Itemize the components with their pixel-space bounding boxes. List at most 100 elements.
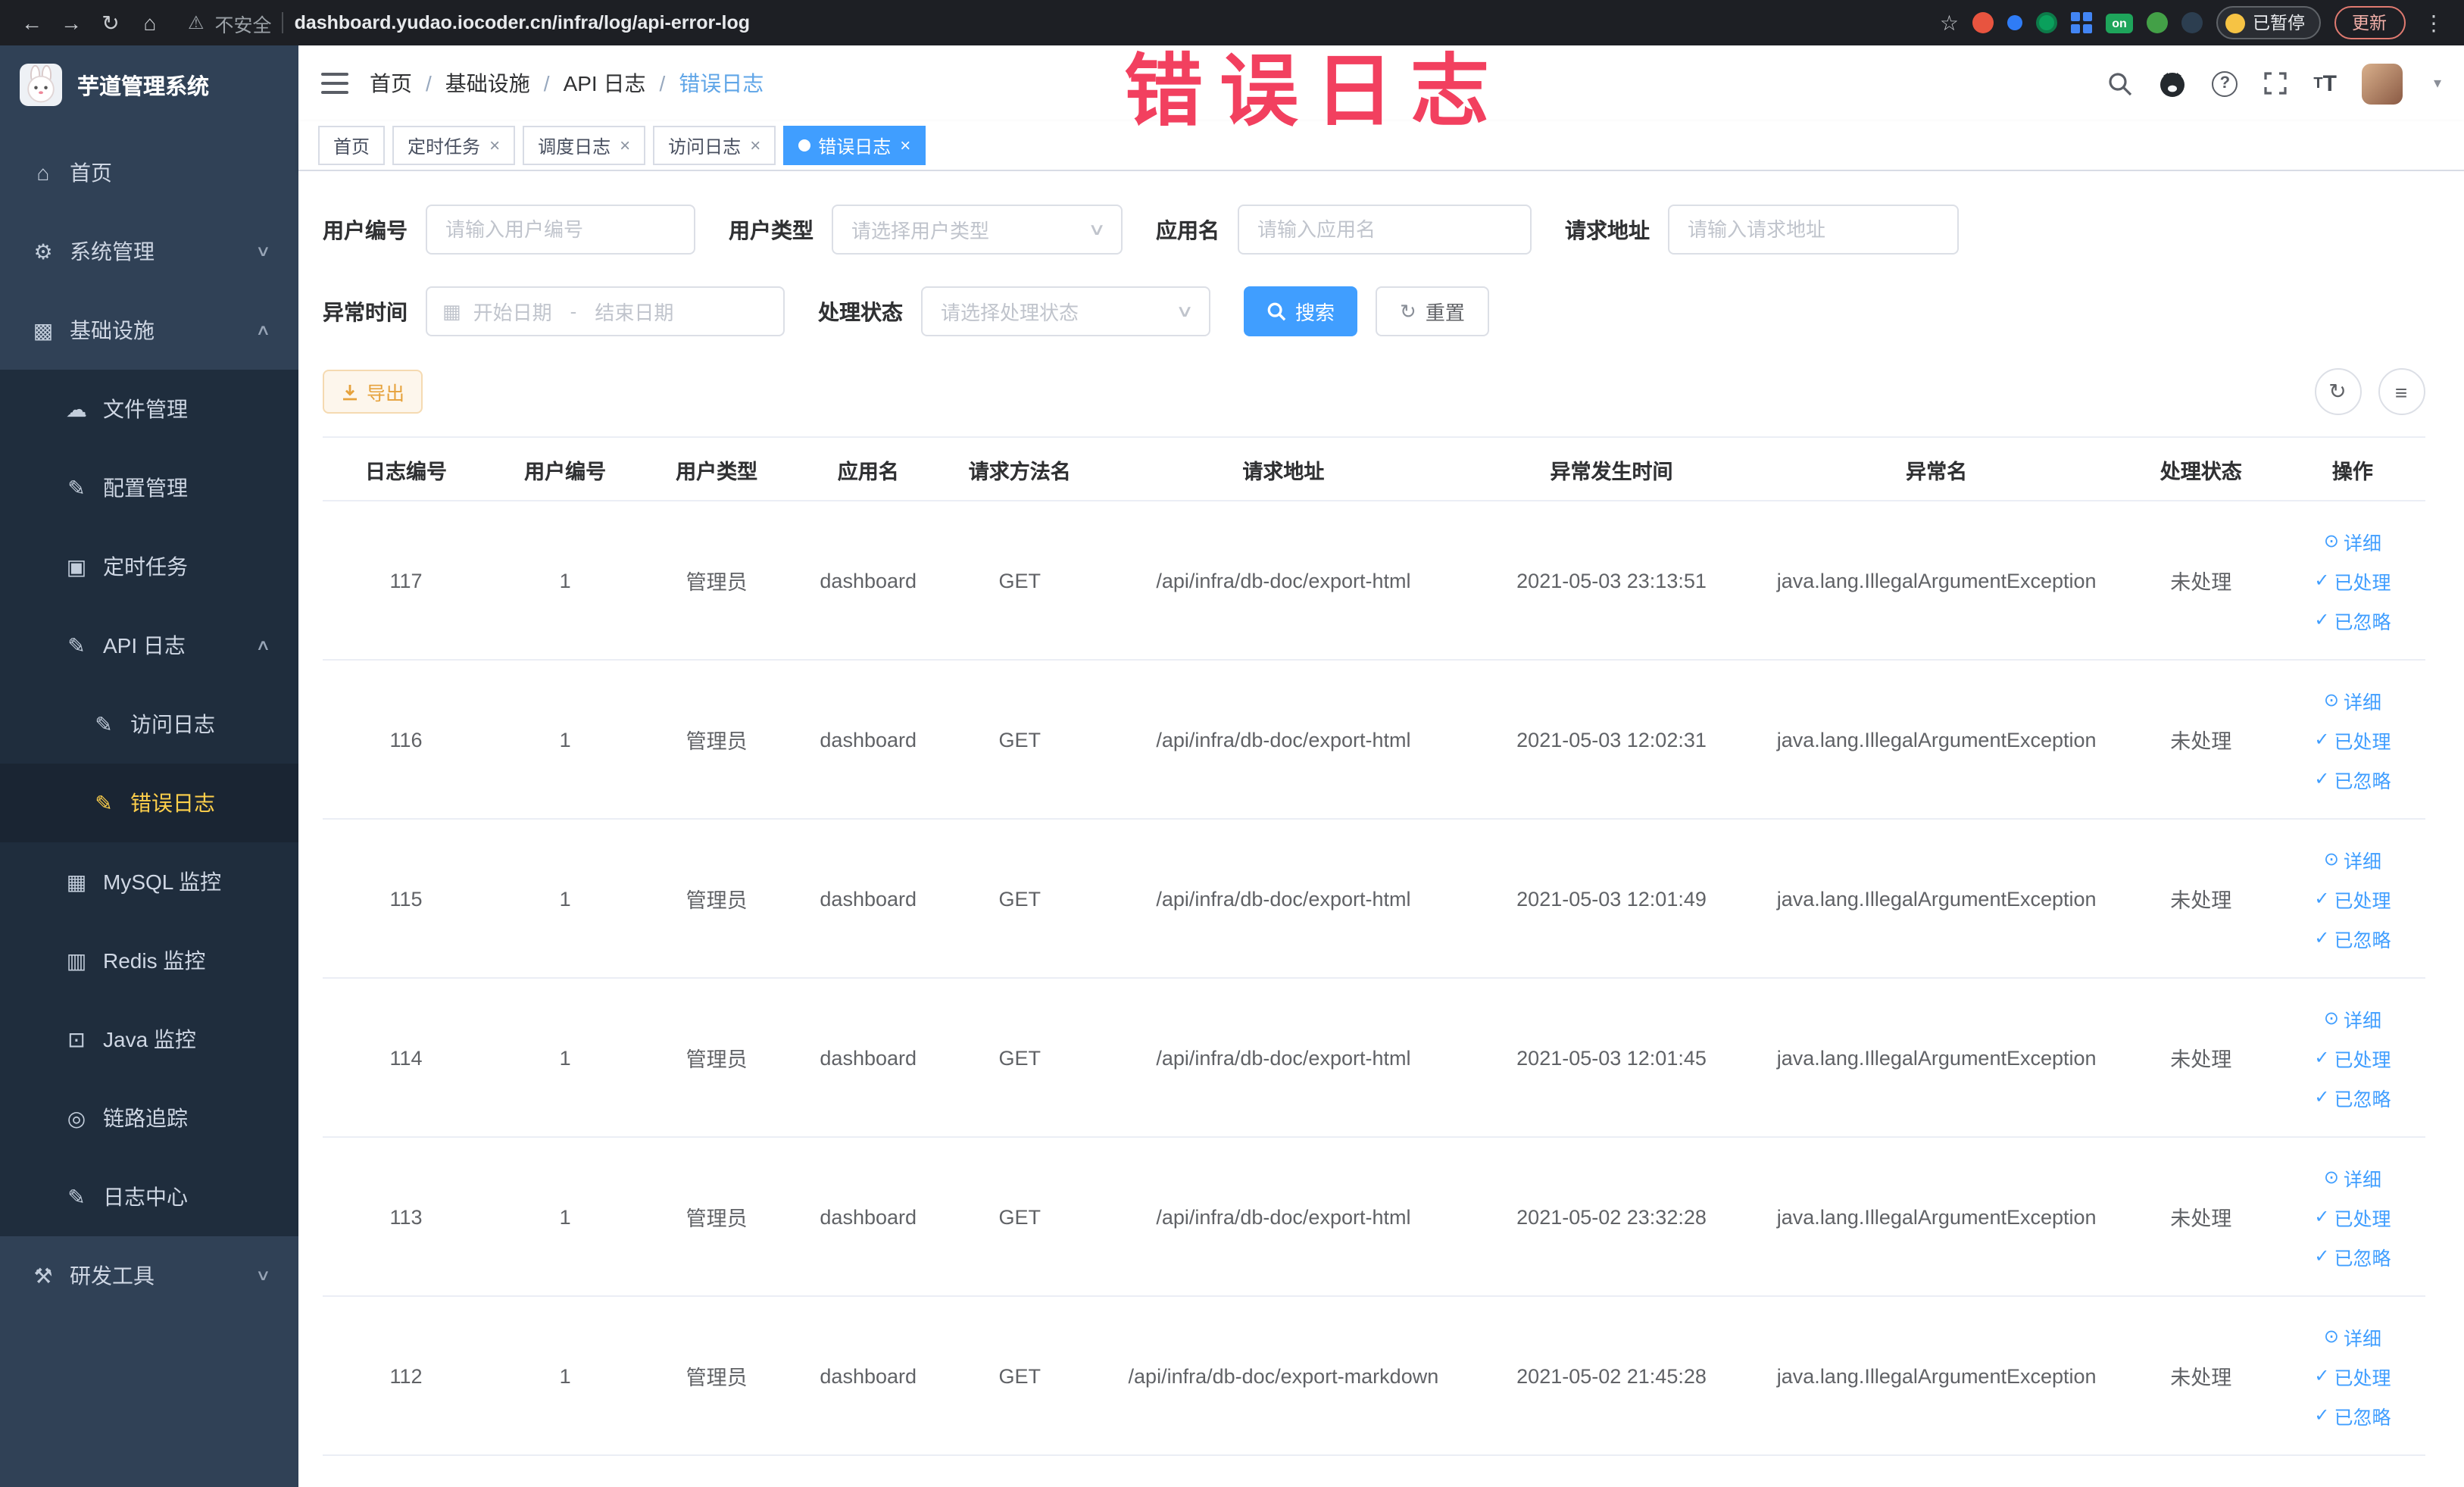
reload-icon[interactable]: ↻ [94,10,127,36]
detail-link[interactable]: ⊙ 详细 [2324,998,2381,1038]
mark-ignored-link[interactable]: ✓ 已忽略 [2314,918,2391,957]
extension-icon-5[interactable] [2147,12,2168,33]
font-size-icon[interactable]: TT [2313,70,2337,96]
sidebar-toggle-icon[interactable] [321,73,348,94]
tab-schedule-log[interactable]: 调度日志 × [523,126,646,165]
list-icon: ▣ [66,554,87,578]
extension-icon-6[interactable] [2181,12,2203,33]
refresh-button[interactable]: ↻ [2314,368,2361,415]
browser-menu-icon[interactable]: ⋮ [2419,10,2449,36]
process-status-select[interactable]: 请选择处理状态 ∨ [921,286,1210,336]
mark-ignored-link[interactable]: ✓ 已忽略 [2314,1077,2391,1117]
browser-update-button[interactable]: 更新 [2334,6,2405,39]
browser-home-icon[interactable]: ⌂ [133,11,167,35]
avatar[interactable] [2362,63,2403,104]
mark-ignored-link[interactable]: ✓ 已忽略 [2314,759,2391,798]
exception-time-range-picker[interactable]: ▦ 开始日期 - 结束日期 [426,286,785,336]
mark-ignored-link[interactable]: ✓ 已忽略 [2314,1236,2391,1276]
reset-button-wrap: ↻ 重置 [1376,286,1489,336]
sidebar-item-infra[interactable]: ▩ 基础设施 ∧ [0,291,298,370]
extension-icon-1[interactable] [1972,12,1994,33]
github-icon[interactable] [2159,70,2186,97]
paused-badge[interactable]: 已暂停 [2216,6,2320,39]
bookmark-star-icon[interactable]: ☆ [1940,10,1959,36]
mark-processed-link[interactable]: ✓ 已处理 [2314,1356,2391,1395]
breadcrumb-item-home[interactable]: 首页 [370,68,412,98]
sidebar-item-api-log[interactable]: ✎ API 日志 ∧ [0,606,298,685]
help-icon[interactable]: ? [2212,70,2238,96]
export-button[interactable]: 导出 [323,370,423,414]
breadcrumb-item-infra[interactable]: 基础设施 [445,68,530,98]
column-settings-button[interactable]: ≡ [2378,368,2425,415]
address-bar[interactable]: ⚠ 不安全 dashboard.yudao.iocoder.cn/infra/l… [173,8,1916,37]
caret-down-icon[interactable]: ▾ [2434,75,2441,92]
check-icon: ✓ [2314,1047,2330,1068]
sidebar-item-access-log[interactable]: ✎ 访问日志 [0,685,298,764]
tab-home[interactable]: 首页 [318,126,386,165]
fullscreen-icon[interactable] [2263,71,2288,95]
search-button[interactable]: 搜索 [1244,286,1358,336]
back-icon[interactable]: ← [15,11,48,35]
extension-icon-3[interactable] [2036,12,2057,33]
sidebar-item-scheduled-jobs[interactable]: ▣ 定时任务 [0,527,298,606]
col-method: 请求方法名 [944,437,1096,501]
mark-processed-link[interactable]: ✓ 已处理 [2314,879,2391,918]
sidebar-item-dev-tools[interactable]: ⚒ 研发工具 ∨ [0,1236,298,1315]
tab-scheduled-jobs[interactable]: 定时任务 × [392,126,516,165]
user-id-input[interactable] [426,205,695,255]
col-user-id: 用户编号 [489,437,642,501]
breadcrumb-item-current: 错误日志 [679,71,764,95]
chevron-down-icon: ∨ [255,243,270,260]
reset-button[interactable]: ↻ 重置 [1376,286,1489,336]
mark-processed-link[interactable]: ✓ 已处理 [2314,1038,2391,1077]
mark-processed-link[interactable]: ✓ 已处理 [2314,720,2391,759]
detail-link[interactable]: ⊙ 详细 [2324,680,2381,720]
app-name-input[interactable] [1238,205,1532,255]
user-type-select[interactable]: 请选择用户类型 ∨ [832,205,1123,255]
sidebar-item-system[interactable]: ⚙ 系统管理 ∨ [0,212,298,291]
detail-link[interactable]: ⊙ 详细 [2324,1317,2381,1356]
mark-ignored-link[interactable]: ✓ 已忽略 [2314,1395,2391,1435]
breadcrumb-item-api-log[interactable]: API 日志 [564,68,646,98]
chevron-up-icon: ∧ [255,637,270,654]
sidebar-item-file-management[interactable]: ☁ 文件管理 [0,370,298,448]
edit-icon: ✎ [67,1184,86,1208]
close-icon[interactable]: × [620,135,630,156]
layers-icon: ▥ [66,948,87,972]
extension-icon-4[interactable] [2071,12,2092,33]
extension-icon-2[interactable] [2007,15,2022,30]
sidebar-item-log-center[interactable]: ✎ 日志中心 [0,1157,298,1236]
sidebar-item-tracing[interactable]: ◎ 链路追踪 [0,1079,298,1157]
grid-icon: ▦ [66,869,87,893]
eye-icon: ⊙ [2323,530,2339,551]
eye-icon: ⊙ [2323,1167,2339,1188]
check-icon: ✓ [2314,609,2330,630]
table-tools: ↻ ≡ [2314,368,2425,415]
detail-link[interactable]: ⊙ 详细 [2324,839,2381,879]
sidebar-item-java-monitor[interactable]: ⊡ Java 监控 [0,1000,298,1079]
app-logo[interactable]: 芋道管理系统 [0,45,298,124]
col-process-status: 处理状态 [2121,437,2281,501]
tab-error-log[interactable]: 错误日志 × [783,126,926,165]
request-url-input[interactable] [1668,205,1959,255]
sidebar-item-error-log[interactable]: ✎ 错误日志 [0,764,298,842]
monitor-icon: ⊡ [67,1026,86,1051]
sidebar-item-home[interactable]: ⌂ 首页 [0,133,298,212]
close-icon[interactable]: × [900,135,910,156]
sidebar-item-redis-monitor[interactable]: ▥ Redis 监控 [0,921,298,1000]
mark-processed-link[interactable]: ✓ 已处理 [2314,561,2391,600]
mark-processed-link[interactable]: ✓ 已处理 [2314,1197,2391,1236]
col-request-url: 请求地址 [1095,437,1472,501]
extension-on-badge[interactable]: on [2106,13,2133,33]
mark-ignored-link[interactable]: ✓ 已忽略 [2314,600,2391,639]
close-icon[interactable]: × [489,135,500,156]
tab-access-log[interactable]: 访问日志 × [653,126,776,165]
sidebar-item-mysql-monitor[interactable]: ▦ MySQL 监控 [0,842,298,921]
close-icon[interactable]: × [750,135,760,156]
detail-link[interactable]: ⊙ 详细 [2324,521,2381,561]
forward-icon[interactable]: → [55,11,88,35]
check-icon: ✓ [2314,1086,2330,1107]
sidebar-item-config-management[interactable]: ✎ 配置管理 [0,448,298,527]
detail-link[interactable]: ⊙ 详细 [2324,1157,2381,1197]
search-icon[interactable] [2107,70,2133,96]
